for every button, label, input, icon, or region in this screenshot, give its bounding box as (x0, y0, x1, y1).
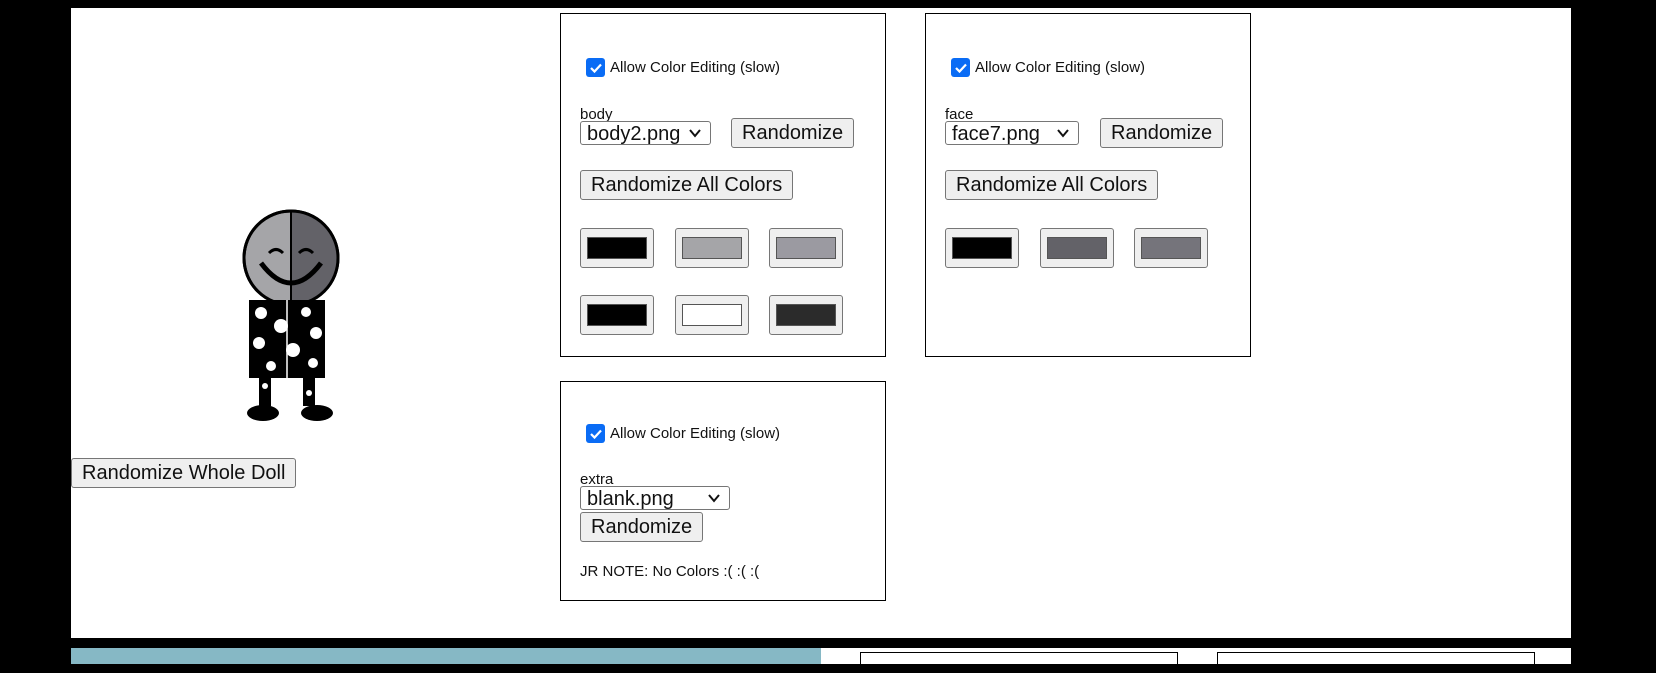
randomize-extra-button[interactable]: Randomize (580, 512, 704, 542)
face-image-select[interactable]: face7.png (945, 121, 1079, 145)
face-layer-panel: Allow Color Editing (slow) face face7.pn… (925, 13, 1251, 357)
teal-banner (71, 648, 821, 664)
randomize-all-colors-button[interactable]: Randomize All Colors (945, 170, 1159, 200)
doll-preview-image (242, 209, 340, 421)
extra-layer-panel: Allow Color Editing (slow) extra blank.p… (560, 381, 886, 601)
panel-outline (1217, 652, 1535, 673)
color-swatch-2[interactable] (675, 228, 749, 268)
allow-color-editing-checkbox[interactable]: Allow Color Editing (slow) (586, 424, 780, 443)
panel-outline (860, 652, 1178, 673)
next-section-preview (71, 648, 1571, 673)
checkbox-label: Allow Color Editing (slow) (610, 425, 781, 442)
chevron-down-icon (1057, 129, 1069, 138)
checkbox-checked-icon[interactable] (586, 424, 605, 443)
extra-image-select[interactable]: blank.png (580, 486, 730, 510)
no-colors-note: JR NOTE: No Colors :( :( :( (580, 563, 760, 580)
color-swatch-6[interactable] (769, 295, 843, 335)
randomize-face-button[interactable]: Randomize (1100, 118, 1224, 148)
randomize-all-colors-button[interactable]: Randomize All Colors (580, 170, 794, 200)
checkbox-label: Allow Color Editing (slow) (975, 59, 1146, 76)
body-image-select[interactable]: body2.png (580, 121, 711, 145)
body-layer-panel: Allow Color Editing (slow) body body2.pn… (560, 13, 886, 357)
doll-maker-area: Randomize Whole Doll Allow Color Editing… (71, 8, 1571, 638)
color-swatch-1[interactable] (945, 228, 1019, 268)
checkbox-label: Allow Color Editing (slow) (610, 59, 781, 76)
select-value: blank.png (587, 488, 674, 510)
checkbox-checked-icon[interactable] (586, 58, 605, 77)
color-swatch-1[interactable] (580, 228, 654, 268)
select-value: body2.png (587, 123, 681, 145)
allow-color-editing-checkbox[interactable]: Allow Color Editing (slow) (951, 58, 1145, 77)
color-swatch-2[interactable] (1040, 228, 1114, 268)
color-swatch-4[interactable] (580, 295, 654, 335)
chevron-down-icon (689, 129, 701, 138)
checkbox-checked-icon[interactable] (951, 58, 970, 77)
randomize-body-button[interactable]: Randomize (731, 118, 855, 148)
color-swatch-3[interactable] (1134, 228, 1208, 268)
randomize-whole-doll-button[interactable]: Randomize Whole Doll (71, 458, 297, 488)
color-swatch-3[interactable] (769, 228, 843, 268)
chevron-down-icon (708, 494, 720, 503)
color-swatch-5[interactable] (675, 295, 749, 335)
select-value: face7.png (952, 123, 1040, 145)
allow-color-editing-checkbox[interactable]: Allow Color Editing (slow) (586, 58, 780, 77)
